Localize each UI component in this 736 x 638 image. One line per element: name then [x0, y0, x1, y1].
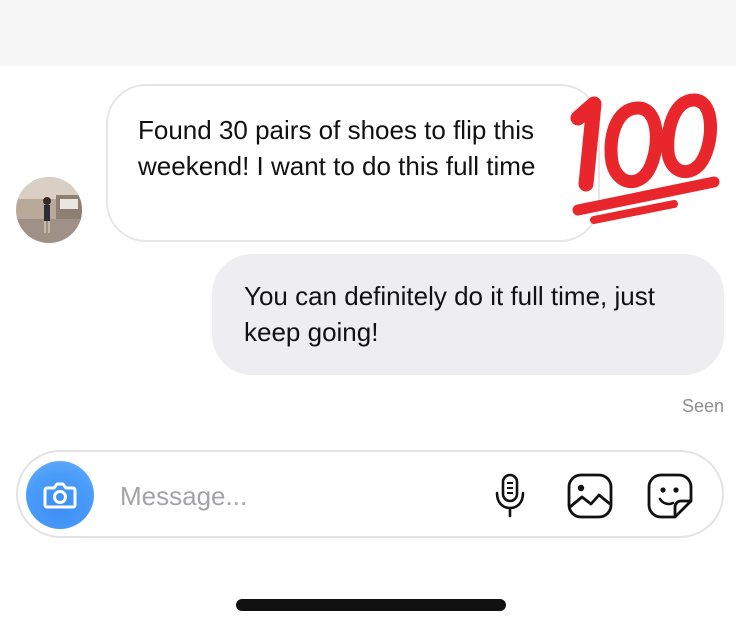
home-indicator[interactable] — [236, 599, 506, 611]
avatar-photo — [16, 177, 82, 243]
sticker-icon — [647, 473, 693, 519]
incoming-message-text: Found 30 pairs of shoes to flip this wee… — [138, 115, 536, 181]
outgoing-message-text: You can definitely do it full time, just… — [244, 281, 655, 347]
microphone-button[interactable] — [484, 470, 536, 522]
outgoing-message-bubble[interactable]: You can definitely do it full time, just… — [212, 254, 724, 375]
header-bar — [0, 0, 736, 66]
microphone-icon — [495, 473, 525, 518]
message-input[interactable] — [120, 474, 460, 518]
sticker-button[interactable] — [644, 470, 696, 522]
contact-avatar[interactable] — [16, 177, 82, 243]
incoming-message-bubble[interactable]: Found 30 pairs of shoes to flip this wee… — [106, 84, 600, 242]
seen-status: Seen — [681, 396, 724, 416]
camera-button[interactable] — [26, 461, 94, 529]
gallery-button[interactable] — [564, 470, 616, 522]
camera-icon — [43, 482, 77, 509]
message-composer — [16, 450, 724, 538]
hundred-points-emoji — [564, 78, 724, 228]
image-icon — [567, 473, 613, 519]
